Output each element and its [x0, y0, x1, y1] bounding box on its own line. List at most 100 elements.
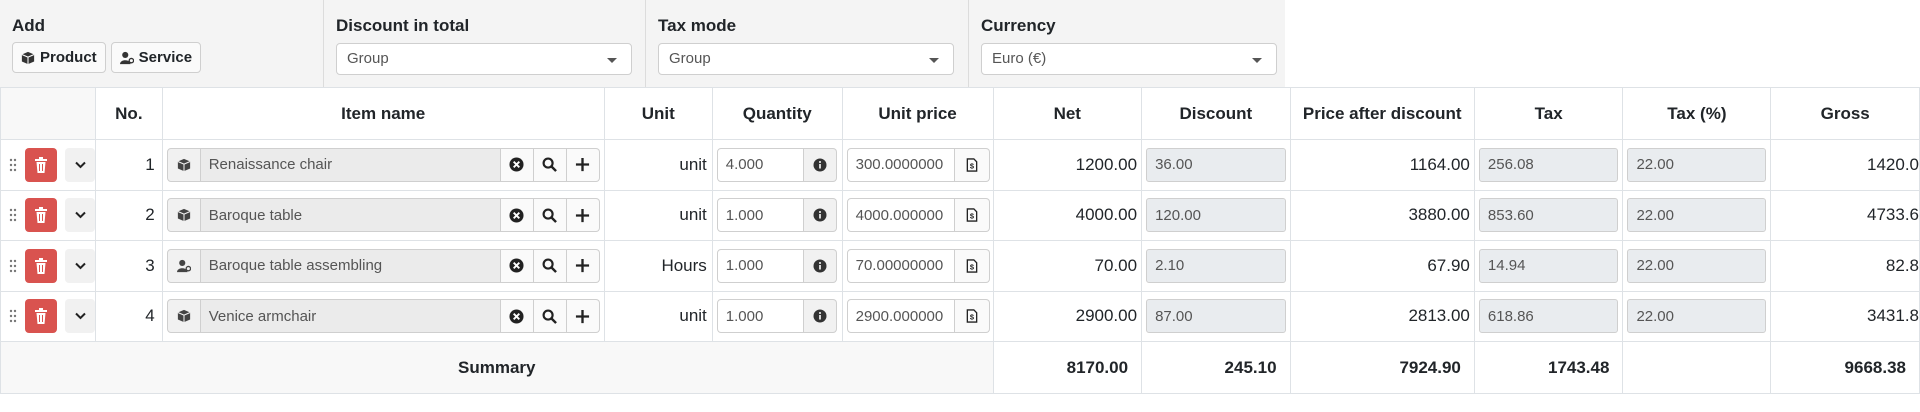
tax-field[interactable]: 14.94	[1478, 248, 1619, 283]
quantity-input[interactable]: 1.000	[716, 248, 804, 283]
row-unit-price-cell: 2900.000000 $	[841, 290, 994, 342]
add-item-button[interactable]	[566, 198, 600, 233]
product-icon	[177, 310, 191, 323]
add-item-button[interactable]	[566, 147, 600, 182]
product-icon	[177, 158, 191, 171]
tax-pct-field[interactable]: 22.00	[1627, 198, 1767, 233]
tax-pct-field[interactable]: 22.00	[1627, 299, 1767, 334]
price-file-button[interactable]: $	[954, 198, 990, 233]
search-item-button[interactable]	[533, 299, 567, 334]
delete-row-button[interactable]	[25, 299, 57, 334]
quantity-input[interactable]: 1.000	[716, 299, 804, 334]
add-label: Add	[12, 16, 46, 35]
search-item-button[interactable]	[533, 198, 567, 233]
svg-text:$: $	[970, 262, 975, 271]
header-actions	[0, 87, 96, 140]
item-name-input[interactable]: Venice armchair	[200, 299, 501, 334]
currency-label: Currency	[981, 16, 1056, 35]
unit-price-input[interactable]: 70.00000000	[846, 248, 955, 283]
delete-row-button[interactable]	[25, 198, 57, 233]
clear-item-button[interactable]	[500, 147, 534, 182]
row-unit: unit	[603, 290, 713, 342]
tax-field[interactable]: 853.60	[1478, 198, 1619, 233]
row-tax-pct-cell: 22.00	[1622, 189, 1772, 241]
add-item-button[interactable]	[566, 248, 600, 283]
quantity-info-button[interactable]	[803, 299, 837, 334]
chevron-down-icon	[929, 58, 939, 63]
summary-row: Summary 8170.00 245.10 7924.90 1743.48 9…	[0, 341, 1920, 394]
row-gross: 1420.0	[1770, 139, 1920, 191]
row-quantity-cell: 1.000	[711, 290, 843, 342]
drag-handle-icon[interactable]	[9, 208, 17, 222]
info-icon	[813, 309, 827, 323]
tax-pct-field[interactable]: 22.00	[1627, 248, 1767, 283]
search-icon	[542, 208, 558, 223]
row-net: 4000.00	[992, 189, 1143, 241]
row-tax-pct-cell: 22.00	[1622, 240, 1772, 292]
search-item-button[interactable]	[533, 248, 567, 283]
summary-discount: 245.10	[1141, 341, 1291, 394]
price-file-button[interactable]: $	[954, 299, 990, 334]
header-item-name: Item name	[161, 87, 605, 140]
header-discount: Discount	[1141, 87, 1291, 140]
unit-price-input[interactable]: 4000.000000	[846, 198, 955, 233]
discount-field[interactable]: 36.00	[1146, 147, 1286, 182]
summary-price-after-discount: 7924.90	[1289, 341, 1475, 394]
discount-field[interactable]: 87.00	[1146, 299, 1286, 334]
discount-field[interactable]: 120.00	[1146, 198, 1286, 233]
chevron-down-icon	[74, 262, 86, 270]
add-service-button[interactable]: Service	[110, 42, 202, 73]
search-icon	[542, 157, 558, 173]
svg-text:$: $	[970, 161, 975, 170]
unit-price-input[interactable]: 300.0000000	[846, 147, 955, 182]
discount-select[interactable]: Group	[336, 43, 632, 75]
delete-row-button[interactable]	[25, 248, 57, 283]
tax-field[interactable]: 618.86	[1478, 299, 1619, 334]
expand-row-button[interactable]	[65, 248, 95, 283]
quantity-input[interactable]: 4.000	[716, 147, 804, 182]
quantity-input[interactable]: 1.000	[716, 198, 804, 233]
clear-item-button[interactable]	[500, 248, 534, 283]
summary-label: Summary	[0, 341, 994, 394]
currency-select[interactable]: Euro (€)	[981, 43, 1277, 75]
drag-handle-icon[interactable]	[9, 259, 17, 273]
tax-mode-section: Tax mode Group	[646, 0, 969, 87]
discount-field[interactable]: 2.10	[1146, 248, 1286, 283]
quantity-info-button[interactable]	[803, 147, 837, 182]
row-price-after-discount: 3880.00	[1289, 189, 1475, 241]
unit-price-input[interactable]: 2900.000000	[846, 299, 955, 334]
tax-pct-field[interactable]: 22.00	[1627, 147, 1767, 182]
item-name-input[interactable]: Baroque table	[200, 198, 501, 233]
expand-row-button[interactable]	[65, 299, 95, 334]
file-dollar-icon: $	[966, 259, 977, 273]
header-tax-pct: Tax (%)	[1622, 87, 1772, 140]
tax-mode-select[interactable]: Group	[658, 43, 954, 75]
add-item-button[interactable]	[566, 299, 600, 334]
drag-handle-icon[interactable]	[9, 309, 17, 323]
expand-row-button[interactable]	[65, 147, 95, 182]
clear-icon	[509, 258, 524, 273]
drag-handle-icon[interactable]	[9, 158, 17, 172]
service-icon	[119, 51, 134, 64]
clear-item-button[interactable]	[500, 299, 534, 334]
price-file-button[interactable]: $	[954, 147, 990, 182]
row-actions	[0, 139, 96, 191]
delete-row-button[interactable]	[25, 147, 57, 182]
row-unit-price-cell: 70.00000000 $	[841, 240, 994, 292]
clear-item-button[interactable]	[500, 198, 534, 233]
item-name-input[interactable]: Baroque table assembling	[200, 248, 501, 283]
quantity-info-button[interactable]	[803, 248, 837, 283]
header-price-after-discount: Price after discount	[1289, 87, 1475, 140]
price-file-button[interactable]: $	[954, 248, 990, 283]
trash-icon	[35, 156, 47, 173]
tax-field[interactable]: 256.08	[1478, 147, 1619, 182]
row-item-cell: Renaissance chair	[161, 139, 605, 191]
expand-row-button[interactable]	[65, 198, 95, 233]
quantity-info-button[interactable]	[803, 198, 837, 233]
add-product-button[interactable]: Product	[12, 42, 106, 73]
row-quantity-cell: 1.000	[711, 189, 843, 241]
search-item-button[interactable]	[533, 147, 567, 182]
chevron-down-icon	[74, 161, 86, 169]
item-name-input[interactable]: Renaissance chair	[200, 147, 501, 182]
row-tax-cell: 853.60	[1473, 189, 1624, 241]
